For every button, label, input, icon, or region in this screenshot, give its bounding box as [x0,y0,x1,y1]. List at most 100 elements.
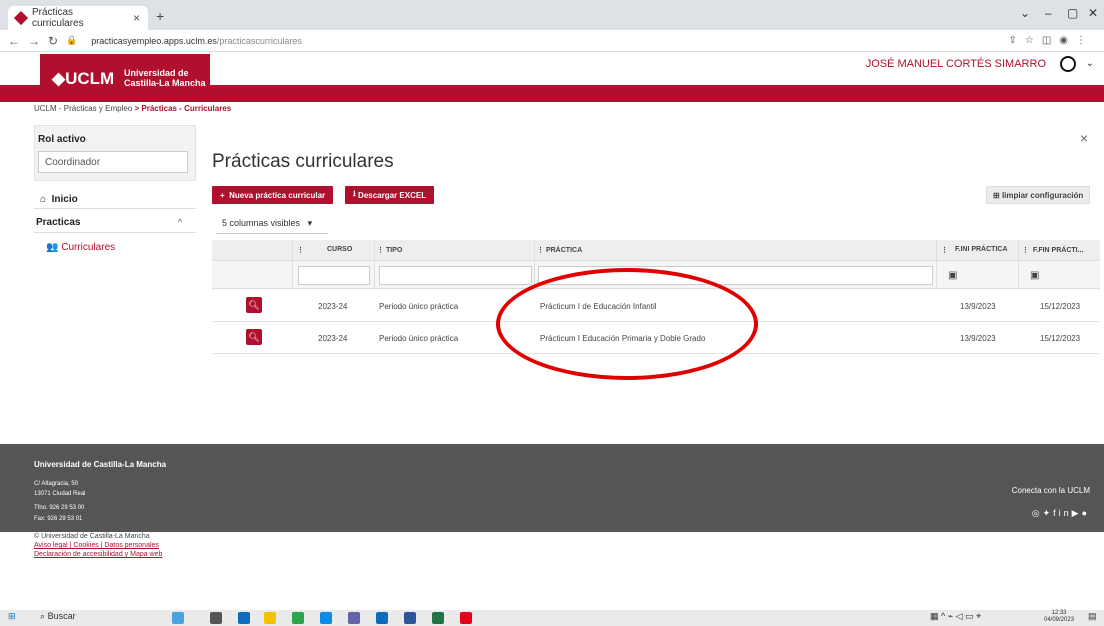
teams-icon[interactable] [348,612,360,624]
cell-ffin: 15/12/2023 [1040,334,1081,343]
filter-tipo-input[interactable] [379,266,532,285]
url-domain: practicasyempleo.apps.uclm.es [91,35,217,46]
sidebar-curriculares-label: Curriculares [61,242,116,253]
close-window-icon[interactable]: ✕ [1088,6,1098,20]
column-menu-icon[interactable]: ⋮ [297,246,304,254]
new-practice-label: Nueva práctica curricular [229,190,326,200]
footer-copyright: © Universidad de Castilla-La Mancha [34,533,150,540]
linkedin-icon[interactable]: in [1059,508,1072,518]
flickr-icon[interactable]: ● [1082,508,1090,518]
view-detail-button[interactable]: 🔍︎ [246,329,262,345]
file-explorer-icon[interactable] [264,612,276,624]
notification-icon[interactable]: ▤ [1088,611,1097,622]
browser-toolbar-icons[interactable]: ⇪☆◫◉⋮ [1008,35,1094,46]
chevron-down-icon[interactable]: ⌄ [1020,6,1030,20]
search-icon: 🔍︎ [248,299,260,310]
filter-curso-input[interactable] [298,266,370,285]
new-practice-button[interactable]: + Nueva práctica curricular [212,186,334,204]
clock-time: 12:33 [1051,610,1067,616]
close-icon[interactable]: × [1080,130,1088,146]
clear-config-button[interactable]: ⊞ limpiar configuración [986,186,1091,204]
url-path: /practicascurriculares [216,35,302,46]
word-icon[interactable] [404,612,416,624]
outlook-app-icon[interactable] [376,612,388,624]
clock-date: 04/09/2023 [1044,617,1075,623]
column-header-fini[interactable]: F.INI PRÁCTICA [955,246,1008,253]
visible-columns-select[interactable]: 5 columnas visibles ▾ [216,214,328,234]
calendar-icon[interactable]: ▣ [1030,270,1039,281]
instagram-icon[interactable]: ◎ [1032,508,1043,518]
download-excel-button[interactable]: ⭳ Descargar EXCEL [345,186,435,204]
reload-icon[interactable]: ↻ [48,34,58,48]
view-detail-button[interactable]: 🔍︎ [246,297,262,313]
cell-tipo: Periodo único práctica [379,334,459,343]
widgets-icon[interactable] [172,612,184,624]
breadcrumb-current: > Prácticas - Curriculares [134,104,232,113]
column-ffin-label: F.FIN PRÁCTI... [1032,247,1084,254]
logo-label: UCLM [65,69,115,88]
cell-curso: 2023-24 [318,334,348,343]
user-name[interactable]: JOSÉ MANUEL CORTÉS SIMARRO [866,58,1046,70]
sidebar-item-inicio[interactable]: ⌂ Inicio [40,194,78,205]
url-field[interactable]: practicasyempleo.apps.uclm.es/practicasc… [91,36,302,46]
role-select[interactable]: Coordinador [38,151,188,173]
social-icons[interactable]: ◎✦fin▶● [1032,508,1090,519]
forward-arrow-icon[interactable]: → [28,34,40,48]
column-menu-icon[interactable]: ⋮ [941,246,948,254]
plus-icon: + [220,190,225,200]
browser-tab[interactable]: Prácticas curriculares × [8,6,148,30]
acrobat-icon[interactable] [460,612,472,624]
column-tipo-label: TIPO [385,247,403,254]
breadcrumb-root[interactable]: UCLM - Prácticas y Empleo [34,104,132,113]
sidebar-divider [34,208,196,209]
cell-fini: 13/9/2023 [960,334,996,343]
cell-ffin: 15/12/2023 [1040,302,1081,311]
excel-icon[interactable] [432,612,444,624]
column-header-tipo[interactable]: ⋮ TIPO [377,246,402,254]
edge-icon[interactable] [320,612,332,624]
taskbar-search[interactable]: ⌕ Buscar [40,611,76,622]
new-tab-icon[interactable]: + [156,8,164,24]
back-arrow-icon[interactable]: ← [8,34,20,48]
cell-curso: 2023-24 [318,302,348,311]
system-tray-icons[interactable]: ▦ ^ ⌁ ◁ ▭ ⌖ [930,611,981,622]
calendar-icon[interactable]: ▣ [948,270,957,281]
footer-address1: C/ Altagracia, 50 [34,481,79,487]
footer [0,444,1104,532]
column-header-practica[interactable]: ⋮ PRÁCTICA [537,246,582,254]
search-icon: 🔍︎ [248,331,260,342]
minimize-icon[interactable]: – [1045,6,1052,20]
sidebar-divider [34,232,196,233]
chevron-down-icon[interactable]: ⌄ [1086,58,1094,69]
column-header-curso[interactable]: CURSO [327,246,352,253]
grid-icon: ⊞ [993,190,1000,200]
address-bar: ← → ↻ 🔒 practicasyempleo.apps.uclm.es/pr… [0,30,1104,52]
users-icon: 👥 [46,242,59,253]
footer-connect: Conecta con la UCLM [1011,486,1090,495]
footer-address2: 13071 Ciudad Real [34,491,86,497]
task-view-icon[interactable] [210,612,222,624]
sidebar-item-practicas[interactable]: Practicas [36,217,80,228]
footer-title: Universidad de Castilla-La Mancha [34,460,167,469]
maximize-icon[interactable]: ▢ [1067,6,1078,20]
download-icon: ⭳ [353,189,356,198]
footer-phone: Tfno. 926 29 53 00 [34,505,85,511]
column-header-ffin[interactable]: ⋮ F.FIN PRÁCTI... [1022,246,1083,254]
footer-legal-links[interactable]: Aviso legal | Cookies | Datos personales [34,542,159,549]
taskbar-search-label: Buscar [47,611,76,621]
footer-accessibility-links[interactable]: Declaración de accesibilidad y Mapa web [34,551,162,558]
clock[interactable]: 12:33 04/09/2023 [1044,610,1074,624]
user-avatar-icon[interactable] [1060,56,1076,72]
role-label: Rol activo [38,134,86,145]
outlook-icon[interactable] [238,612,250,624]
windows-start-icon[interactable]: ⊞ [8,611,16,622]
chrome-icon[interactable] [292,612,304,624]
logo-subtitle: Universidad de Castilla-La Mancha [124,68,206,88]
university-line1: Universidad de [124,68,189,78]
youtube-icon[interactable]: ▶ [1072,508,1082,518]
search-icon: ⌕ [40,611,46,621]
chevron-up-icon[interactable]: ^ [178,217,182,227]
sidebar-item-curriculares[interactable]: 👥 Curriculares [46,242,115,253]
twitter-icon[interactable]: ✦ [1043,508,1054,518]
tab-close-icon[interactable]: × [133,11,140,25]
